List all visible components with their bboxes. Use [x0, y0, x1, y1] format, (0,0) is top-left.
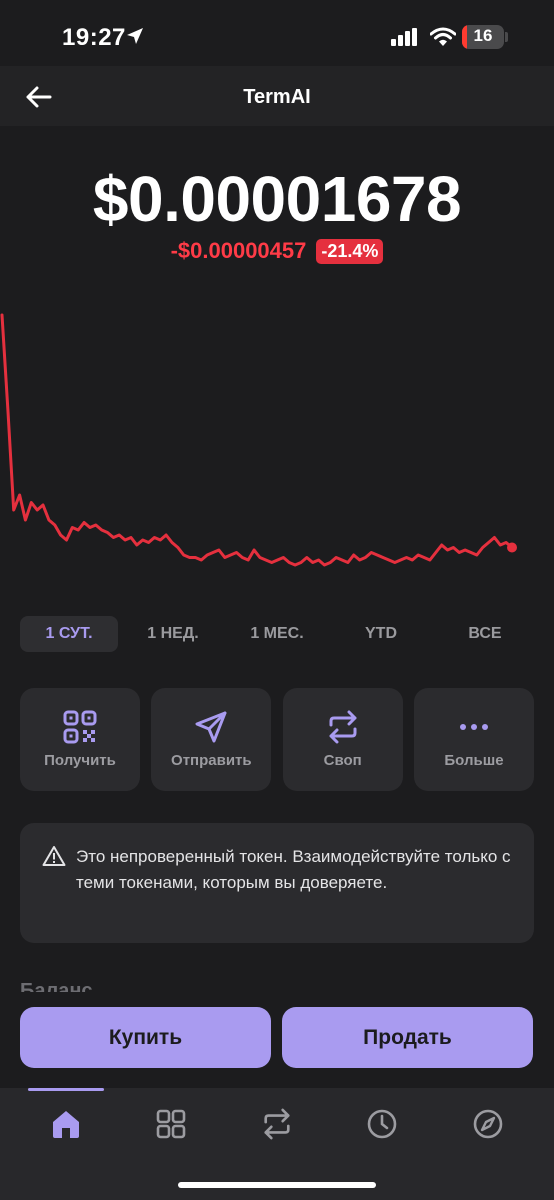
send-label: Отправить — [171, 752, 252, 769]
swap-button[interactable]: Своп — [282, 688, 403, 791]
qr-code-icon — [63, 710, 97, 744]
current-price-dot — [507, 542, 517, 553]
send-icon — [195, 711, 227, 743]
grid-icon — [156, 1109, 186, 1139]
swap-icon — [329, 710, 357, 744]
battery-percent: 16 — [473, 26, 493, 45]
nav-discover[interactable] — [470, 1106, 506, 1142]
price-change-absolute: -$0.00000457 — [170, 238, 307, 263]
warning-text: Это непроверенный токен. Взаимодействуйт… — [76, 847, 511, 892]
wifi-icon — [430, 27, 456, 46]
price-change-row: -$0.00000457 -21.4% — [0, 238, 554, 264]
home-icon — [53, 1111, 79, 1138]
receive-button[interactable]: Получить — [20, 688, 140, 791]
battery-tip — [505, 32, 508, 42]
nav-history[interactable] — [364, 1106, 400, 1142]
cellular-signal-icon — [391, 28, 417, 46]
action-tiles: Получить Отправить Своп Больше — [20, 688, 534, 791]
token-price: $0.00001678 — [92, 163, 462, 235]
nav-apps[interactable] — [153, 1106, 189, 1142]
range-tab-ytd[interactable]: YTD — [332, 616, 430, 652]
price-change-percent-badge: -21.4% — [316, 238, 384, 264]
more-button[interactable]: Больше — [413, 688, 534, 791]
receive-label: Получить — [44, 752, 116, 769]
range-tab-1w[interactable]: 1 НЕД. — [124, 616, 222, 652]
warning-triangle-icon — [42, 846, 66, 866]
buy-button[interactable]: Купить — [20, 1007, 271, 1068]
nav-swap[interactable] — [259, 1106, 295, 1142]
more-icon — [459, 724, 488, 730]
swap-label: Своп — [323, 752, 362, 769]
price-chart[interactable] — [0, 300, 554, 600]
range-tab-1m[interactable]: 1 МЕС. — [228, 616, 326, 652]
send-button[interactable]: Отправить — [151, 688, 272, 791]
active-tab-indicator — [28, 1088, 104, 1091]
time-range-tabs: 1 СУТ. 1 НЕД. 1 МЕС. YTD ВСЕ — [20, 616, 534, 652]
range-tab-1d[interactable]: 1 СУТ. — [20, 616, 118, 652]
swap-icon — [264, 1108, 290, 1140]
range-tab-all[interactable]: ВСЕ — [436, 616, 534, 652]
location-arrow-icon — [127, 28, 143, 44]
page-title: TermAI — [243, 86, 311, 108]
home-indicator — [178, 1182, 376, 1188]
more-label: Больше — [444, 752, 504, 769]
price-line — [0, 313, 514, 567]
sell-button[interactable]: Продать — [282, 1007, 533, 1068]
nav-home[interactable] — [48, 1106, 84, 1142]
status-time: 19:27 — [62, 24, 126, 51]
compass-icon — [473, 1109, 503, 1139]
balance-section-title: Баланс — [20, 980, 93, 992]
history-icon — [367, 1109, 397, 1139]
battery-indicator: 16 — [462, 25, 504, 49]
